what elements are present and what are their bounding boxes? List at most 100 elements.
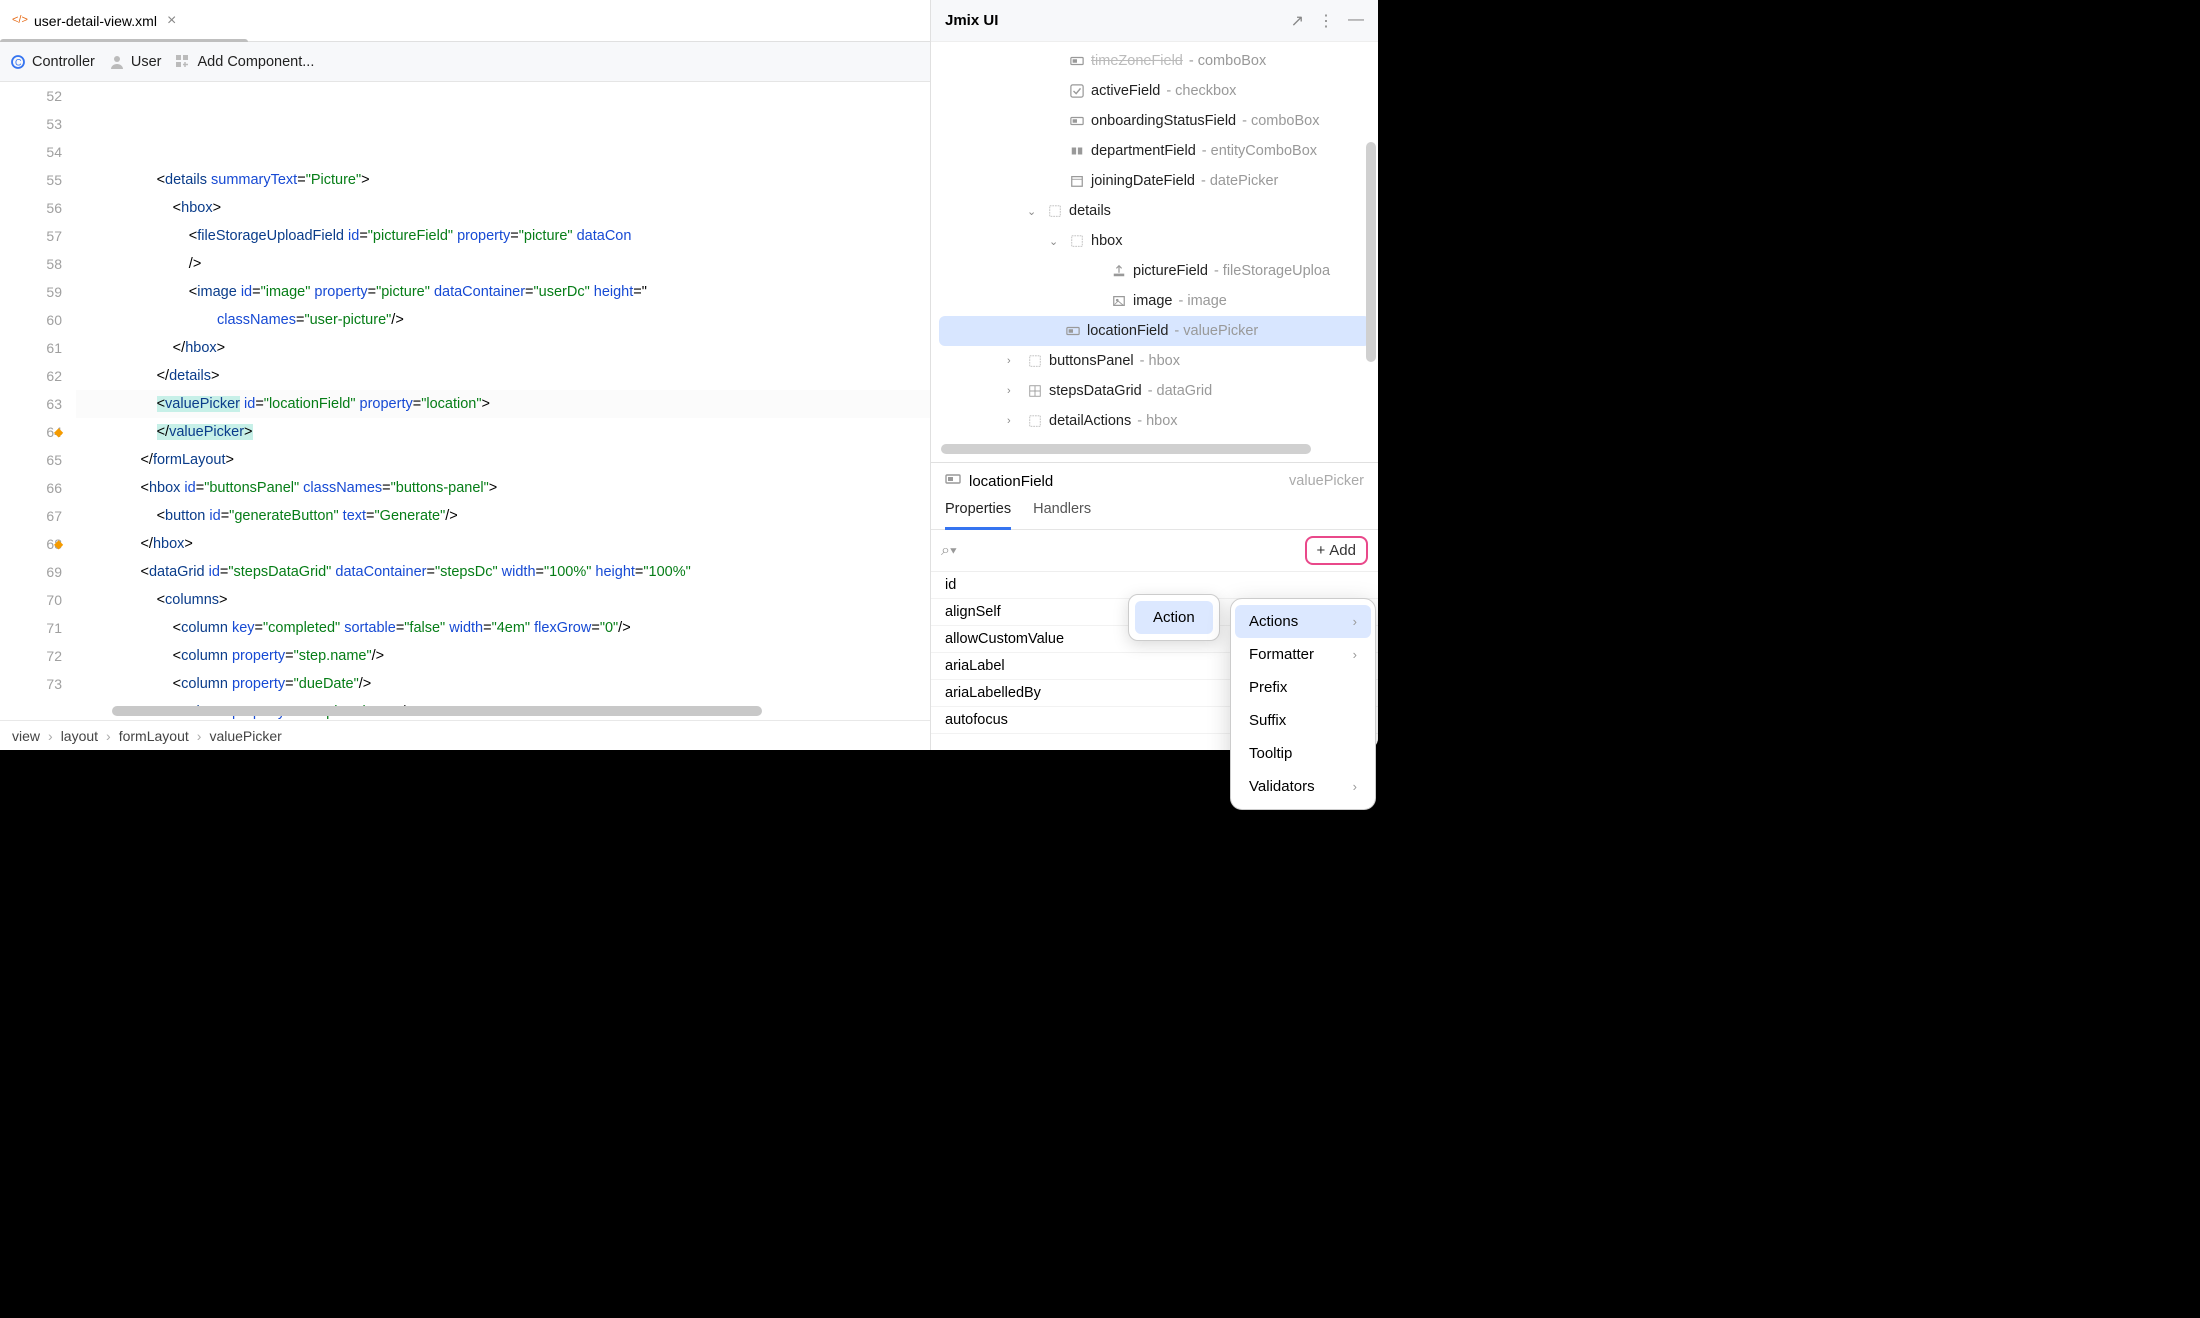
component-tree[interactable]: timeZoneField - comboBox activeField - c… (931, 42, 1378, 440)
breadcrumb-item[interactable]: layout (61, 728, 98, 744)
tree-horizontal-scrollbar[interactable] (941, 444, 1311, 454)
tree-node-type: - image (1179, 293, 1227, 309)
xml-file-icon: </> (12, 11, 28, 30)
tree-vertical-scrollbar[interactable] (1366, 142, 1376, 362)
menu-item[interactable]: Prefix (1235, 671, 1371, 704)
menu-item-action[interactable]: Action (1135, 601, 1213, 634)
tree-node-type: - entityComboBox (1202, 143, 1317, 159)
close-tab-icon[interactable]: × (167, 12, 176, 30)
tree-node-type: - hbox (1140, 353, 1180, 369)
chevron-icon[interactable]: › (1007, 415, 1021, 427)
chevron-right-icon: › (1353, 614, 1357, 629)
tree-node-type: - comboBox (1189, 53, 1266, 69)
chevron-icon[interactable]: ⌄ (1027, 205, 1041, 218)
menu-item[interactable]: Tooltip (1235, 737, 1371, 770)
chevron-right-icon: › (1353, 779, 1357, 794)
tree-node-label: joiningDateField (1091, 173, 1195, 189)
property-name: autofocus (945, 712, 1008, 728)
add-button[interactable]: + Add (1305, 536, 1368, 565)
pop-out-icon[interactable]: ↗ (1291, 11, 1304, 31)
tree-node-label: image (1133, 293, 1173, 309)
tree-node[interactable]: departmentField - entityComboBox (931, 136, 1378, 166)
field-icon (1065, 323, 1081, 339)
selected-component-type: valuePicker (1289, 473, 1364, 489)
tree-node[interactable]: ⌄ hbox (931, 226, 1378, 256)
tree-node[interactable]: › buttonsPanel - hbox (931, 346, 1378, 376)
property-name: ariaLabel (945, 658, 1005, 674)
tree-node-label: buttonsPanel (1049, 353, 1134, 369)
svg-text:</>: </> (12, 14, 28, 26)
field-icon (1069, 113, 1085, 129)
date-icon (1069, 173, 1085, 189)
tree-node[interactable]: locationField - valuePicker (939, 316, 1370, 346)
menu-item[interactable]: Actions› (1235, 605, 1371, 638)
tree-node-label: details (1069, 203, 1111, 219)
tree-node-type: - dataGrid (1148, 383, 1212, 399)
tree-node-label: detailActions (1049, 413, 1131, 429)
tree-node-type: - checkbox (1166, 83, 1236, 99)
tree-node-label: pictureField (1133, 263, 1208, 279)
user-icon (109, 54, 125, 70)
field-icon (945, 471, 961, 491)
file-tab[interactable]: </> user-detail-view.xml × (0, 0, 188, 41)
panel-menu-icon[interactable]: ⋮ (1318, 11, 1334, 31)
entity-icon (1069, 143, 1085, 159)
line-gutter: 525354555657585960616263◆64656667◆686970… (0, 82, 76, 720)
tree-node-label: onboardingStatusField (1091, 113, 1236, 129)
chevron-icon[interactable]: › (1007, 355, 1021, 367)
box-icon (1047, 203, 1063, 219)
minimize-icon[interactable]: — (1348, 11, 1364, 31)
box-icon (1027, 353, 1043, 369)
tree-node-label: activeField (1091, 83, 1160, 99)
tab-properties[interactable]: Properties (945, 501, 1011, 530)
tree-node[interactable]: pictureField - fileStorageUploa (931, 256, 1378, 286)
tree-node[interactable]: › detailActions - hbox (931, 406, 1378, 436)
chevron-icon[interactable]: ⌄ (1049, 235, 1063, 248)
tab-handlers[interactable]: Handlers (1033, 501, 1091, 529)
panel-title: Jmix UI (945, 12, 998, 29)
property-name: alignSelf (945, 604, 1001, 620)
user-button[interactable]: User (109, 54, 162, 70)
selected-component-name: locationField (969, 473, 1053, 490)
tree-node-label: stepsDataGrid (1049, 383, 1142, 399)
tree-node[interactable]: activeField - checkbox (931, 76, 1378, 106)
menu-item[interactable]: Formatter› (1235, 638, 1371, 671)
tree-node-type: - valuePicker (1174, 323, 1258, 339)
breadcrumb-item[interactable]: view (12, 728, 40, 744)
properties-search-input[interactable] (957, 539, 1305, 563)
breadcrumb-item[interactable]: valuePicker (209, 728, 281, 744)
image-icon (1111, 293, 1127, 309)
tree-node[interactable]: onboardingStatusField - comboBox (931, 106, 1378, 136)
chevron-icon[interactable]: › (1007, 385, 1021, 397)
menu-item[interactable]: Validators› (1235, 770, 1371, 803)
upload-icon (1111, 263, 1127, 279)
controller-button[interactable]: C Controller (10, 54, 95, 70)
tree-node[interactable]: › stepsDataGrid - dataGrid (931, 376, 1378, 406)
tree-node-label: hbox (1091, 233, 1122, 249)
property-name: ariaLabelledBy (945, 685, 1041, 701)
svg-text:C: C (15, 57, 22, 67)
tree-node-type: - fileStorageUploa (1214, 263, 1330, 279)
tree-node[interactable]: ⌄ details (931, 196, 1378, 226)
check-icon (1069, 83, 1085, 99)
chevron-right-icon: › (1353, 647, 1357, 662)
tree-node[interactable]: joiningDateField - datePicker (931, 166, 1378, 196)
tree-node[interactable]: timeZoneField - comboBox (931, 46, 1378, 76)
box-icon (1069, 233, 1085, 249)
add-dropdown-menu: Actions› Formatter› Prefix Suffix Toolti… (1230, 598, 1376, 810)
plus-icon: + (1317, 542, 1326, 559)
tree-node-label: departmentField (1091, 143, 1196, 159)
menu-item[interactable]: Suffix (1235, 704, 1371, 737)
tree-node[interactable]: image - image (931, 286, 1378, 316)
property-name: allowCustomValue (945, 631, 1064, 647)
tree-node-label: timeZoneField (1091, 53, 1183, 69)
add-component-icon (175, 54, 191, 70)
controller-icon: C (10, 54, 26, 70)
editor-horizontal-scrollbar[interactable] (112, 706, 762, 716)
search-icon: ⌕▾ (941, 542, 957, 560)
field-icon (1069, 53, 1085, 69)
grid-icon (1027, 383, 1043, 399)
tree-node-type: - datePicker (1201, 173, 1278, 189)
add-component-button[interactable]: Add Component... (175, 54, 314, 70)
breadcrumb-item[interactable]: formLayout (119, 728, 189, 744)
